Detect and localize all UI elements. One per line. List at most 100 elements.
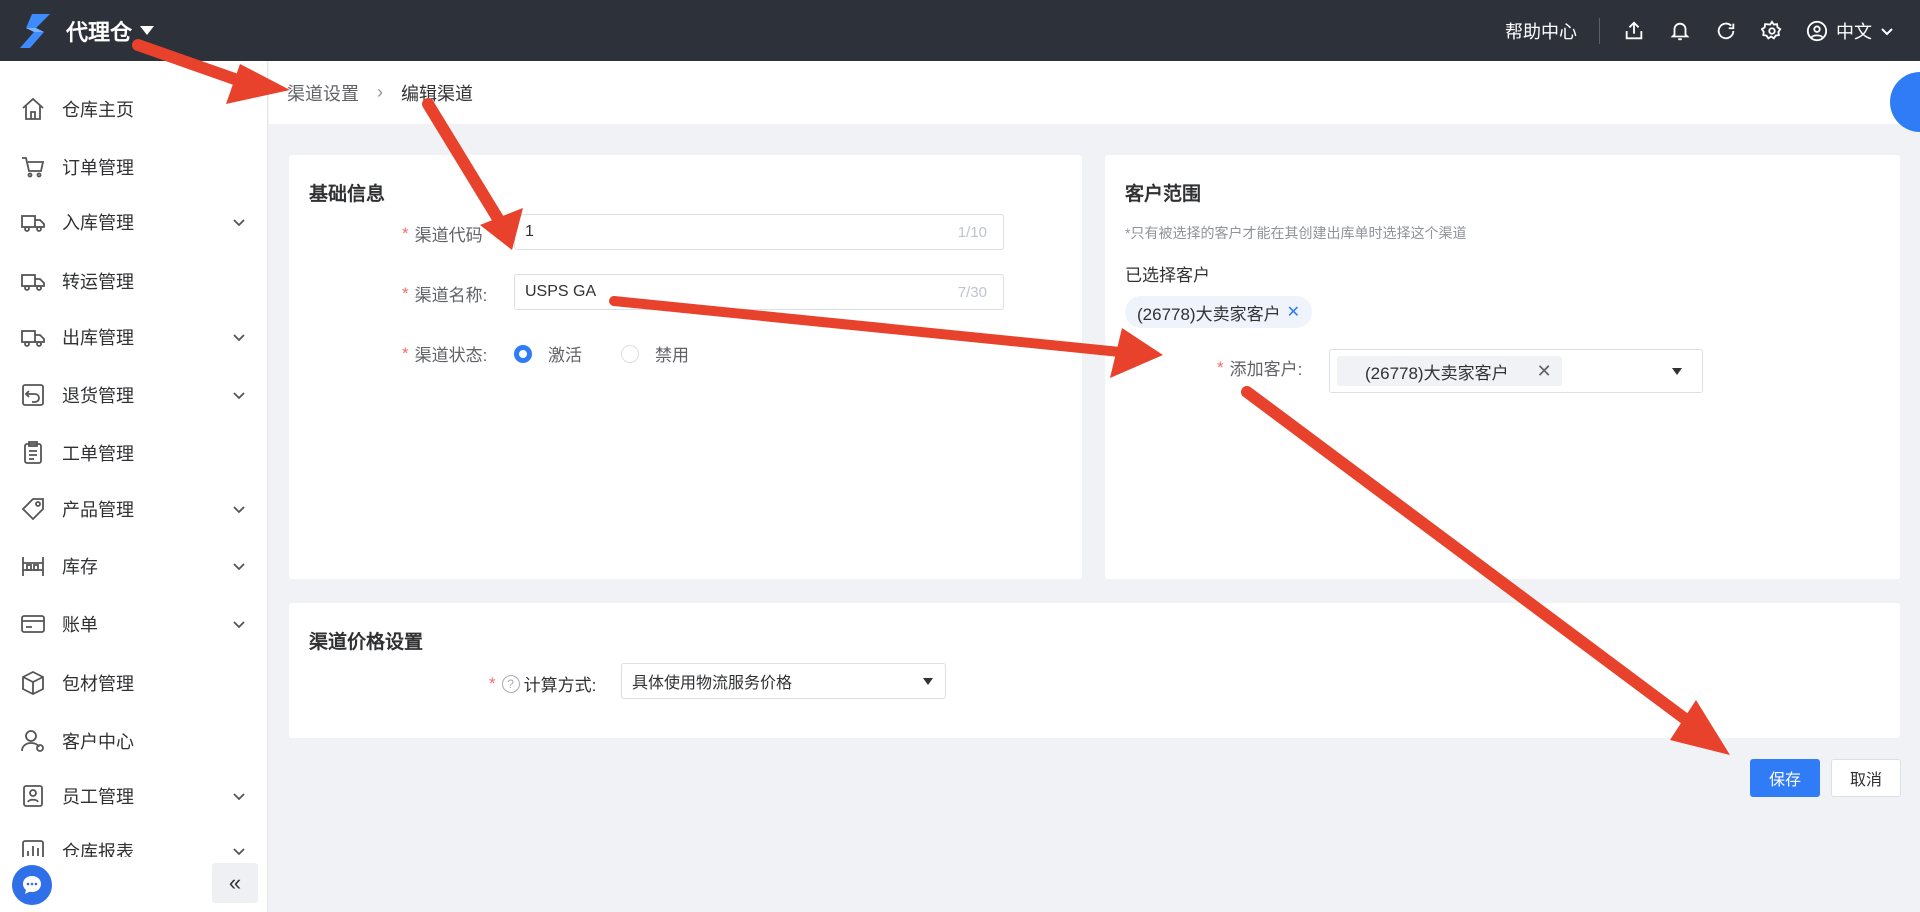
sidebar-item-label: 工单管理 (62, 444, 134, 464)
bill-icon (20, 611, 46, 637)
sidebar-item-products[interactable]: 产品管理 (0, 485, 267, 533)
cancel-button[interactable]: 取消 (1831, 759, 1901, 797)
calc-method-select[interactable]: 具体使用物流服务价格 (621, 663, 946, 699)
sidebar-item-label: 转运管理 (62, 272, 134, 292)
sidebar-item-inventory[interactable]: 库存 (0, 542, 267, 590)
add-customer-label: 添加客户: (1229, 360, 1303, 379)
channel-name-input[interactable]: USPS GA 7/30 (514, 274, 1004, 310)
sidebar-item-bills[interactable]: 账单 (0, 600, 267, 648)
channel-code-counter: 1/10 (957, 224, 987, 241)
basic-info-card: 基础信息 * 渠道代码 1 1/10 * 渠道名称: USPS GA 7/30 … (289, 155, 1082, 579)
breadcrumb: 渠道设置 › 编辑渠道 (269, 61, 1920, 124)
chevron-down-icon (233, 219, 245, 227)
question-icon[interactable]: ? (501, 674, 520, 693)
calc-method-value: 具体使用物流服务价格 (632, 675, 793, 692)
channel-code-label: 渠道代码 (414, 226, 483, 245)
status-radio-active[interactable]: 激活 (514, 341, 582, 366)
close-icon[interactable]: ✕ (1287, 302, 1300, 322)
sidebar-item-label: 账单 (62, 615, 98, 635)
language-switcher[interactable]: 中文 (1806, 18, 1894, 44)
required-mark: * (402, 223, 409, 243)
channel-name-value: USPS GA (525, 283, 597, 300)
sidebar-item-outbound[interactable]: 出库管理 (0, 313, 267, 361)
calc-method-label: 计算方式: (523, 676, 597, 695)
sidebar-item-inbound[interactable]: 入库管理 (0, 198, 267, 246)
channel-name-label: 渠道名称: (414, 286, 488, 305)
brand-switcher[interactable]: 代理仓 (20, 0, 155, 61)
sidebar-item-label: 客户中心 (62, 732, 134, 752)
customer-scope-card: 客户范围 *只有被选择的客户才能在其创建出库单时选择这个渠道 已选择客户 (26… (1105, 155, 1900, 579)
language-label: 中文 (1836, 21, 1872, 42)
sidebar-item-staff[interactable]: 员工管理 (0, 772, 267, 820)
chevron-down-icon (233, 621, 245, 629)
channel-name-counter: 7/30 (957, 284, 987, 301)
breadcrumb-parent-link[interactable]: 渠道设置 (287, 80, 359, 106)
breadcrumb-separator: › (377, 82, 383, 102)
caret-down-icon (1672, 368, 1682, 375)
bell-icon[interactable] (1668, 19, 1692, 43)
selected-customers-title: 已选择客户 (1125, 266, 1210, 285)
channel-code-input[interactable]: 1 1/10 (514, 214, 1004, 250)
chevron-down-icon (233, 506, 245, 514)
chevron-down-icon (233, 563, 245, 571)
chevron-down-icon (233, 793, 245, 801)
status-radio-disabled[interactable]: 禁用 (621, 341, 689, 366)
help-center-link[interactable]: 帮助中心 (1505, 18, 1577, 44)
export-icon[interactable] (1622, 19, 1646, 43)
sidebar-item-transfer[interactable]: 转运管理 (0, 257, 267, 305)
sidebar-item-label: 产品管理 (62, 500, 134, 520)
cart-icon (20, 154, 46, 180)
price-settings-card: 渠道价格设置 * ? 计算方式: 具体使用物流服务价格 (289, 603, 1900, 738)
home-icon (20, 96, 46, 122)
sidebar-item-label: 库存 (62, 557, 98, 577)
calc-method-label-row: * ? 计算方式: (489, 671, 596, 696)
required-mark: * (489, 673, 496, 693)
sidebar-item-work-orders[interactable]: 工单管理 (0, 429, 267, 477)
tag-label: (26778)大卖家客户 (1365, 363, 1509, 383)
return-icon (20, 382, 46, 408)
tag-label: (26778)大卖家客户 (1137, 304, 1281, 324)
close-icon[interactable]: ✕ (1537, 361, 1552, 382)
collapse-sidebar-button[interactable]: « (212, 863, 258, 903)
breadcrumb-current: 编辑渠道 (401, 83, 473, 104)
customer-icon (20, 728, 46, 754)
chevron-down-icon (233, 334, 245, 342)
required-mark: * (402, 343, 409, 363)
radio-unchecked-icon (621, 344, 639, 363)
add-customer-label-row: * 添加客户: (1217, 355, 1302, 380)
gear-icon[interactable] (1760, 19, 1784, 43)
inbound-truck-icon (20, 209, 46, 235)
card-title: 基础信息 (309, 184, 386, 205)
chat-button[interactable] (12, 865, 52, 905)
divider (1599, 17, 1600, 44)
sidebar-item-orders[interactable]: 订单管理 (0, 143, 267, 191)
user-circle-icon (1806, 20, 1828, 41)
add-customer-selected-tag: (26778)大卖家客户 ✕ (1337, 356, 1562, 386)
top-bar: 代理仓 帮助中心 中文 (0, 0, 1920, 61)
sidebar-item-home[interactable]: 仓库主页 (0, 85, 267, 133)
inventory-icon (20, 553, 46, 579)
save-button[interactable]: 保存 (1750, 759, 1820, 797)
sidebar-item-label: 仓库主页 (62, 100, 134, 120)
brand-name: 代理仓 (66, 19, 133, 45)
chat-bubble-icon (23, 876, 41, 894)
chevron-down-icon (1881, 27, 1893, 35)
radio-label: 禁用 (655, 346, 689, 365)
refresh-icon[interactable] (1714, 19, 1738, 43)
chevron-down-icon (233, 848, 245, 856)
sidebar-item-label: 退货管理 (62, 386, 134, 406)
sidebar-item-returns[interactable]: 退货管理 (0, 371, 267, 419)
channel-code-label-row: * 渠道代码 (402, 221, 483, 246)
outbound-truck-icon (20, 324, 46, 350)
card-title: 客户范围 (1125, 184, 1202, 205)
channel-status-label-row: * 渠道状态: (402, 341, 487, 366)
radio-label: 激活 (548, 346, 582, 365)
staff-icon (20, 783, 46, 809)
sidebar-item-customers[interactable]: 客户中心 (0, 717, 267, 765)
sidebar-item-packaging[interactable]: 包材管理 (0, 659, 267, 707)
radio-checked-icon (514, 344, 532, 363)
sidebar-item-label: 入库管理 (62, 213, 134, 233)
tag-icon (20, 496, 46, 522)
chevron-down-icon (233, 392, 245, 400)
sidebar-footer: « (0, 857, 267, 912)
